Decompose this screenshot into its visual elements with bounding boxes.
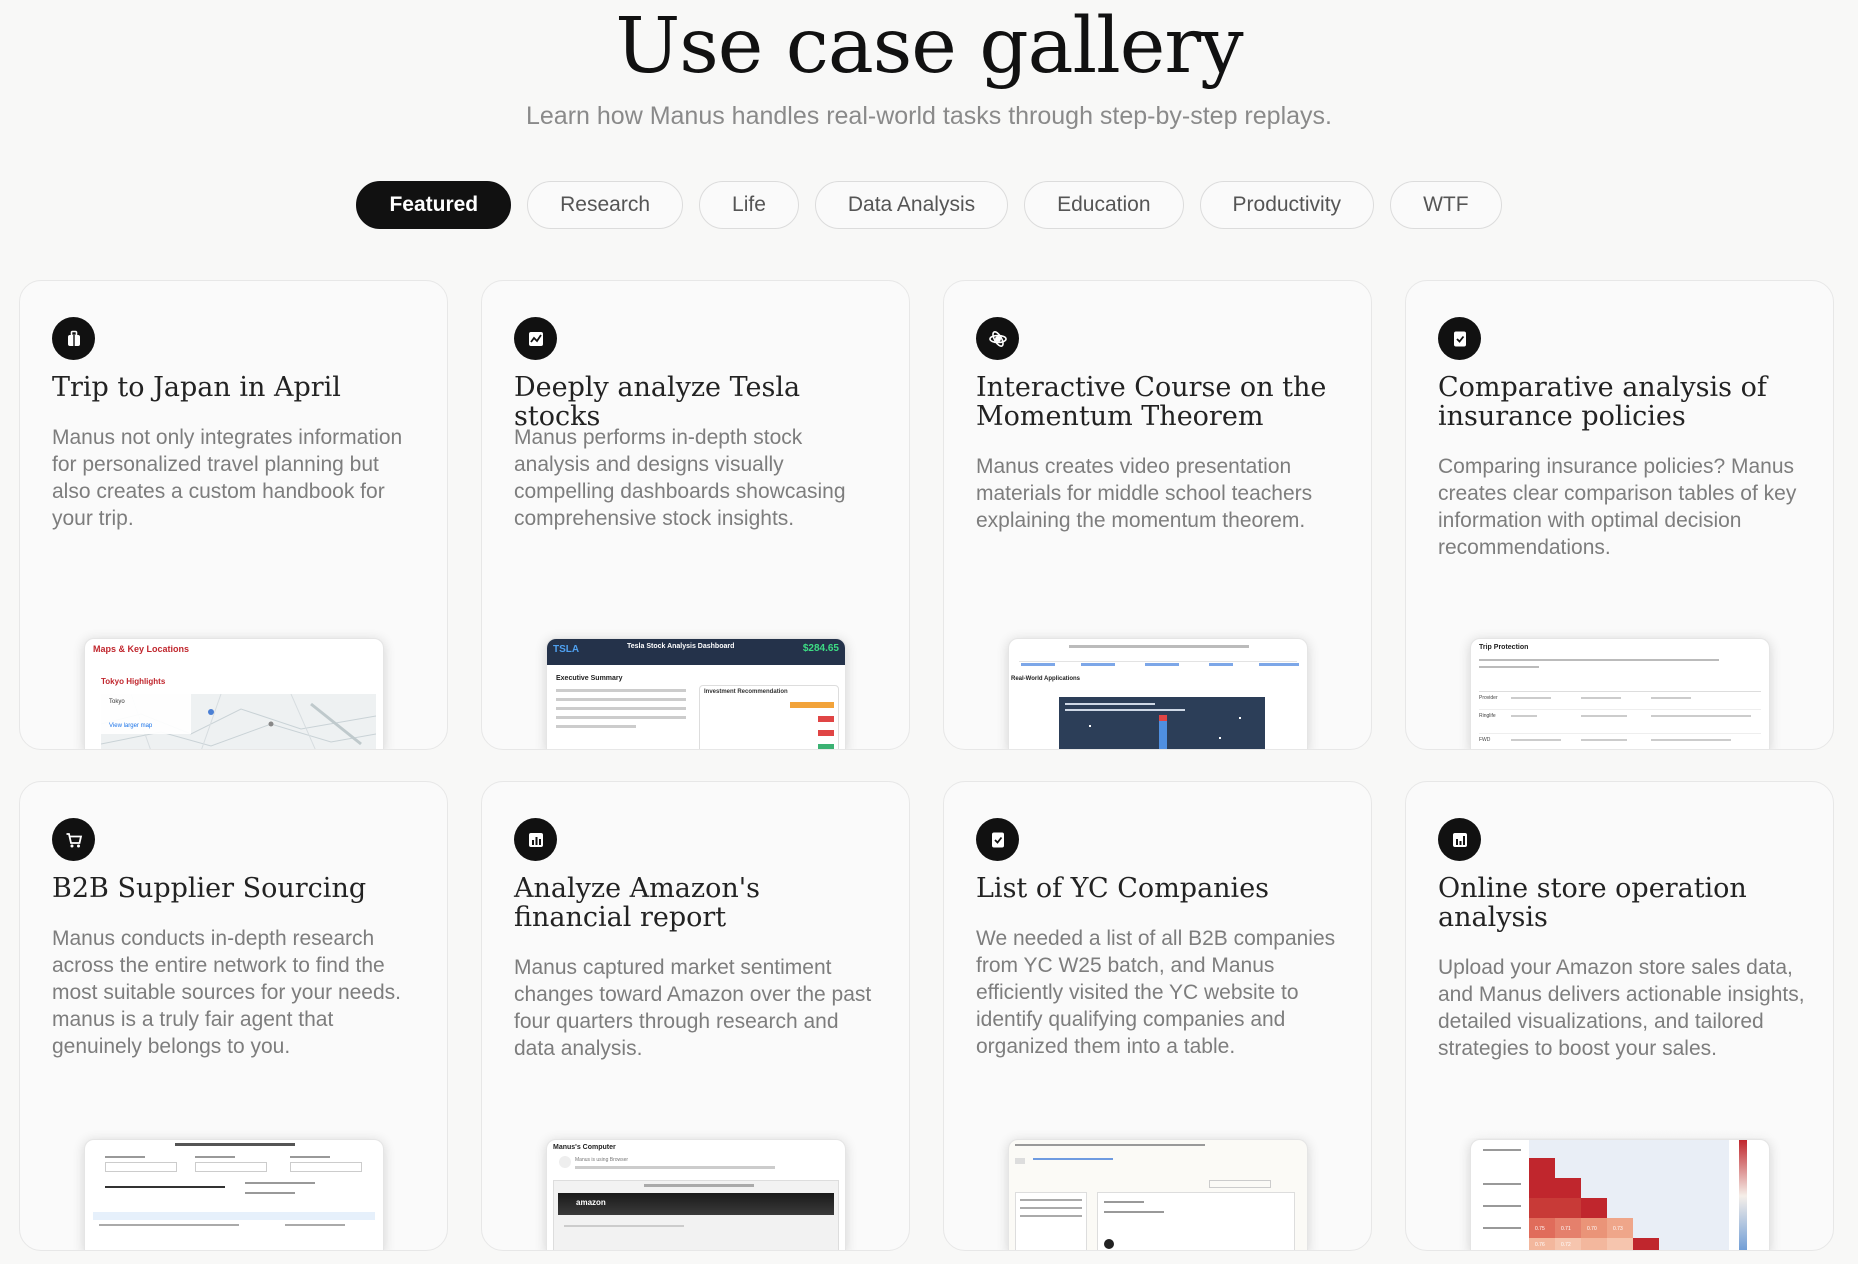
card-preview-image: Real-World Applications bbox=[1008, 638, 1308, 749]
heatmap-cell-value: 0.70 bbox=[1587, 1226, 1597, 1232]
page-subtitle: Learn how Manus handles real-world tasks… bbox=[526, 102, 1332, 130]
report-icon bbox=[514, 818, 557, 861]
preview-section: Executive Summary bbox=[556, 675, 623, 682]
preview-ticker: TSLA bbox=[553, 644, 580, 655]
card-title: List of YC Companies bbox=[976, 873, 1270, 904]
card-title: Analyze Amazon's financial report bbox=[514, 873, 761, 933]
heatmap-cell-value: 0.76 bbox=[1535, 1242, 1545, 1248]
tab-life[interactable]: Life bbox=[699, 181, 799, 229]
tab-wtf[interactable]: WTF bbox=[1390, 181, 1502, 229]
card-preview-image: TSLA Tesla Stock Analysis Dashboard $284… bbox=[546, 638, 846, 749]
card-description: We needed a list of all B2B companies fr… bbox=[976, 927, 1336, 1058]
preview-heading: Manus's Computer bbox=[553, 1144, 616, 1151]
use-case-card-tesla-stocks[interactable]: Deeply analyze Tesla stocks Manus perfor… bbox=[481, 280, 910, 750]
preview-heading: Trip Protection bbox=[1479, 644, 1529, 651]
cart-icon bbox=[52, 818, 95, 861]
card-description: Manus captured market sentiment changes … bbox=[514, 956, 872, 1060]
card-description: Upload your Amazon store sales data, and… bbox=[1438, 956, 1805, 1060]
heatmap-cell-value: 0.72 bbox=[1561, 1242, 1571, 1248]
preview-status: Manus is using Browser bbox=[575, 1157, 629, 1163]
card-description: Manus performs in-depth stock analysis a… bbox=[514, 426, 846, 530]
use-case-card-japan-trip[interactable]: Trip to Japan in April Manus not only in… bbox=[19, 280, 448, 750]
preview-heading: Maps & Key Locations bbox=[93, 644, 190, 654]
card-preview-image bbox=[84, 1139, 384, 1250]
page-title: Use case gallery bbox=[615, 2, 1243, 91]
preview-panel-title: Investment Recommendation bbox=[704, 689, 788, 695]
card-preview-image: Manus's Computer Manus is using Browser … bbox=[546, 1139, 846, 1250]
luggage-icon bbox=[52, 317, 95, 360]
description-fade bbox=[1406, 1112, 1833, 1138]
bar-chart-icon bbox=[1438, 818, 1481, 861]
card-preview-image bbox=[1008, 1139, 1308, 1250]
card-title: Deeply analyze Tesla stocks bbox=[514, 372, 801, 432]
heatmap-cell-value: 0.73 bbox=[1613, 1226, 1623, 1232]
card-description: Manus not only integrates information fo… bbox=[52, 426, 403, 530]
card-title: Trip to Japan in April bbox=[52, 372, 341, 403]
category-tabs: Featured Research Life Data Analysis Edu… bbox=[0, 181, 1858, 229]
atom-icon bbox=[976, 317, 1019, 360]
card-preview-image: 0.75 0.71 0.70 0.73 0.76 0.72 bbox=[1470, 1139, 1770, 1250]
use-case-card-momentum-course[interactable]: Interactive Course on the Momentum Theor… bbox=[943, 280, 1372, 750]
tab-education[interactable]: Education bbox=[1024, 181, 1184, 229]
heatmap-cell-value: 0.71 bbox=[1561, 1226, 1571, 1232]
preview-heading: Tesla Stock Analysis Dashboard bbox=[627, 643, 735, 650]
preview-row-label: Ringlife bbox=[1479, 713, 1496, 719]
preview-map-label: Tokyo bbox=[109, 699, 125, 705]
card-description: Comparing insurance policies? Manus crea… bbox=[1438, 455, 1797, 559]
preview-price: $284.65 bbox=[802, 643, 839, 654]
preview-subheading: Tokyo Highlights bbox=[101, 677, 166, 686]
use-case-grid: Trip to Japan in April Manus not only in… bbox=[19, 280, 1835, 1251]
list-doc-icon bbox=[976, 818, 1019, 861]
heatmap-cell-value: 0.75 bbox=[1535, 1226, 1545, 1232]
preview-row-label: FWD bbox=[1479, 737, 1491, 743]
tab-productivity[interactable]: Productivity bbox=[1199, 181, 1375, 229]
use-case-card-online-store[interactable]: Online store operation analysis Upload y… bbox=[1405, 781, 1834, 1251]
use-case-card-b2b-sourcing[interactable]: B2B Supplier Sourcing Manus conducts in-… bbox=[19, 781, 448, 1251]
card-title: Comparative analysis of insurance polici… bbox=[1438, 372, 1767, 432]
use-case-card-insurance-analysis[interactable]: Comparative analysis of insurance polici… bbox=[1405, 280, 1834, 750]
card-description: Manus conducts in-depth research across … bbox=[52, 927, 402, 1058]
card-title: B2B Supplier Sourcing bbox=[52, 873, 367, 904]
chart-icon bbox=[514, 317, 557, 360]
preview-brand-logo: amazon bbox=[576, 1198, 606, 1207]
use-case-card-yc-companies[interactable]: List of YC Companies We needed a list of… bbox=[943, 781, 1372, 1251]
card-title: Online store operation analysis bbox=[1438, 873, 1747, 933]
card-description: Manus creates video presentation materia… bbox=[976, 455, 1313, 532]
use-case-card-amazon-report[interactable]: Analyze Amazon's financial report Manus … bbox=[481, 781, 910, 1251]
preview-section: Real-World Applications bbox=[1011, 676, 1081, 682]
card-preview-image: Trip Protection Provider Ringlife FWD bbox=[1470, 638, 1770, 749]
tab-data-analysis[interactable]: Data Analysis bbox=[814, 181, 1009, 229]
card-preview-image: Maps & Key Locations Tokyo Highlights To… bbox=[84, 638, 384, 749]
preview-row-label: Provider bbox=[1479, 695, 1498, 701]
preview-map-link: View larger map bbox=[109, 723, 153, 729]
shield-doc-icon bbox=[1438, 317, 1481, 360]
card-title: Interactive Course on the Momentum Theor… bbox=[976, 372, 1327, 432]
tab-research[interactable]: Research bbox=[527, 181, 684, 229]
tab-featured[interactable]: Featured bbox=[356, 181, 512, 229]
